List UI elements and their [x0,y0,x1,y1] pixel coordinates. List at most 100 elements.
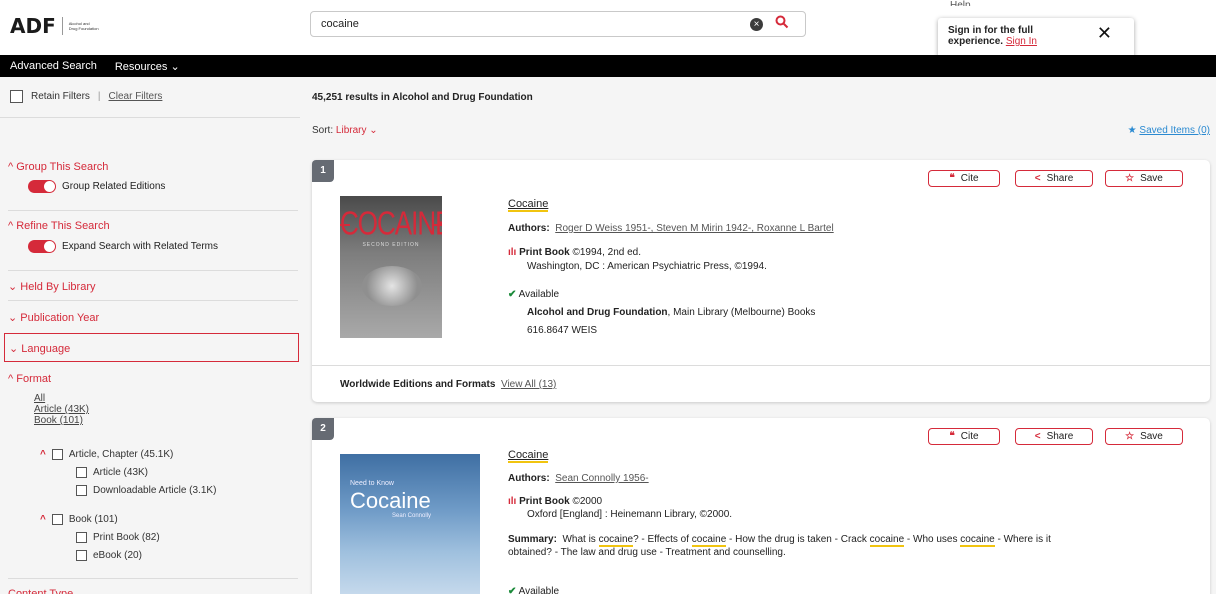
results-area: 45,251 results in Alcohol and Drug Found… [300,77,1216,594]
logo-mark: ADF [10,14,56,38]
search-input[interactable]: cocaine [321,18,359,30]
downloadable-checkbox[interactable] [76,485,87,496]
signin-link[interactable]: Sign In [1006,36,1037,47]
group-editions-toggle[interactable] [28,180,56,193]
clear-search-icon[interactable]: × [750,18,763,31]
chevron-up-icon: ^ [8,161,14,173]
save-button[interactable]: ☆ Save [1105,170,1183,187]
summary-highlight: cocaine [691,534,727,547]
chevron-up-icon[interactable]: ^ [40,514,46,525]
book-cover-image[interactable]: Need to Know Cocaine Sean Connolly [340,454,480,594]
authors-links[interactable]: Sean Connolly 1956- [555,473,648,484]
language-header: ⌄ Language [9,342,70,355]
print-book-checkbox[interactable] [76,532,87,543]
format-article-link[interactable]: Article (43K) [34,404,89,415]
result-title-link[interactable]: Cocaine [508,198,549,212]
help-link[interactable]: Help [950,0,971,6]
availability-row: ✔ Available [508,585,559,594]
advanced-search-link[interactable]: Advanced Search [10,60,97,72]
result-title-wrap: Cocaine [508,449,549,463]
language-title: Language [21,343,71,355]
expand-terms-toggle[interactable] [28,240,56,253]
book-icon: ılı [508,247,517,258]
search-icon[interactable] [775,15,789,32]
format-row: ılı Print Book ©2000 [508,495,602,508]
group-editions-toggle-row: Group Related Editions [28,180,165,193]
close-icon[interactable]: ✕ [1097,24,1112,42]
view-all-editions-link[interactable]: View All (13) [501,379,556,390]
check-icon: ✔ [508,289,517,300]
book-cover-image[interactable]: COCAINE SECOND EDITION [340,196,442,338]
held-by-library-title: Held By Library [20,281,96,293]
adf-logo[interactable]: ADF Alcohol and Drug Foundation [10,14,99,38]
ebook-checkbox[interactable] [76,550,87,561]
cover-art [362,266,422,306]
format-header[interactable]: ^ Format [8,373,51,385]
content-type-title: Content Type [8,588,74,594]
star-outline-icon: ☆ [1125,173,1135,184]
summary-highlight: cocaine [598,534,634,547]
clear-filters-link[interactable]: Clear Filters [109,91,163,102]
format-book-link[interactable]: Book (101) [34,415,89,426]
article-checkbox[interactable] [76,467,87,478]
sort-value: Library [335,125,367,136]
publication-year-title: Publication Year [20,312,100,324]
saved-items-link[interactable]: ★ Saved Items (0) [1128,125,1210,136]
resources-menu[interactable]: Resources ⌄ [115,60,180,73]
share-button[interactable]: < Share [1015,170,1093,187]
publisher: Washington, DC : American Psychiatric Pr… [527,261,767,272]
search-field[interactable]: cocaine × [310,11,806,37]
article-chapter-checkbox[interactable] [51,449,63,460]
save-button[interactable]: ☆ Save [1105,428,1183,445]
star-icon: ★ [1127,125,1137,136]
quote-icon: ❝ [949,173,955,184]
summary-label: Summary: [508,534,557,545]
filter-divider: | [97,91,101,102]
expand-terms-label: Expand Search with Related Terms [62,241,219,252]
share-label: Share [1046,431,1074,442]
refine-search-header[interactable]: ^ Refine This Search [8,220,110,232]
chevron-up-icon: ^ [8,220,14,232]
cite-label: Cite [960,431,979,442]
result-title-link[interactable]: Cocaine [508,449,549,463]
summary-text: What is [562,534,599,545]
cover-rule-right [432,224,442,226]
sort-control[interactable]: Sort: Library ⌄ [312,125,378,136]
nav-bar: Advanced Search Resources ⌄ [0,55,1216,77]
logo-divider [61,17,63,35]
cover-title: Cocaine [350,488,431,513]
authors-links[interactable]: Roger D Weiss 1951-, Steven M Mirin 1942… [555,223,833,234]
chevron-up-icon[interactable]: ^ [40,449,46,460]
editions-label: Worldwide Editions and Formats [340,379,496,390]
book-checkbox[interactable] [51,514,63,525]
result-title: Cocaine [508,198,549,212]
group-search-header[interactable]: ^ Group This Search [8,161,108,173]
cover-subtitle: SECOND EDITION [362,242,420,248]
article-label: Article (43K) [93,467,149,478]
resources-label: Resources [114,60,168,73]
cite-button[interactable]: ❝ Cite [928,428,1000,445]
divider [8,210,298,211]
divider [312,365,1210,366]
held-by-library-header[interactable]: ⌄ Held By Library [8,280,95,293]
chevron-down-icon: ⌄ [8,312,18,324]
result-number: 1 [312,160,334,182]
cite-button[interactable]: ❝ Cite [928,170,1000,187]
share-button[interactable]: < Share [1015,428,1093,445]
availability-row: ✔ Available [508,288,559,301]
holding-row: Alcohol and Drug Foundation, Main Librar… [527,306,815,319]
summary-text: - Where is it [994,534,1051,545]
language-header-box[interactable]: ⌄ Language [4,333,299,362]
cover-rule-left [340,224,350,226]
refine-search-title: Refine This Search [16,220,110,232]
content-type-header[interactable]: Content Type [8,588,73,594]
format-all-link[interactable]: All [34,393,89,404]
summary-text: obtained? - The law and drug use - Treat… [508,547,786,558]
retain-filters-checkbox[interactable] [10,90,23,103]
publication-year-header[interactable]: ⌄ Publication Year [8,311,99,324]
share-icon: < [1034,173,1041,184]
summary-highlight: cocaine [869,534,905,547]
divider [8,300,298,301]
publisher: Oxford [England] : Heinemann Library, ©2… [527,509,733,520]
summary: Summary: What is cocaine? - Effects of c… [508,533,1198,559]
